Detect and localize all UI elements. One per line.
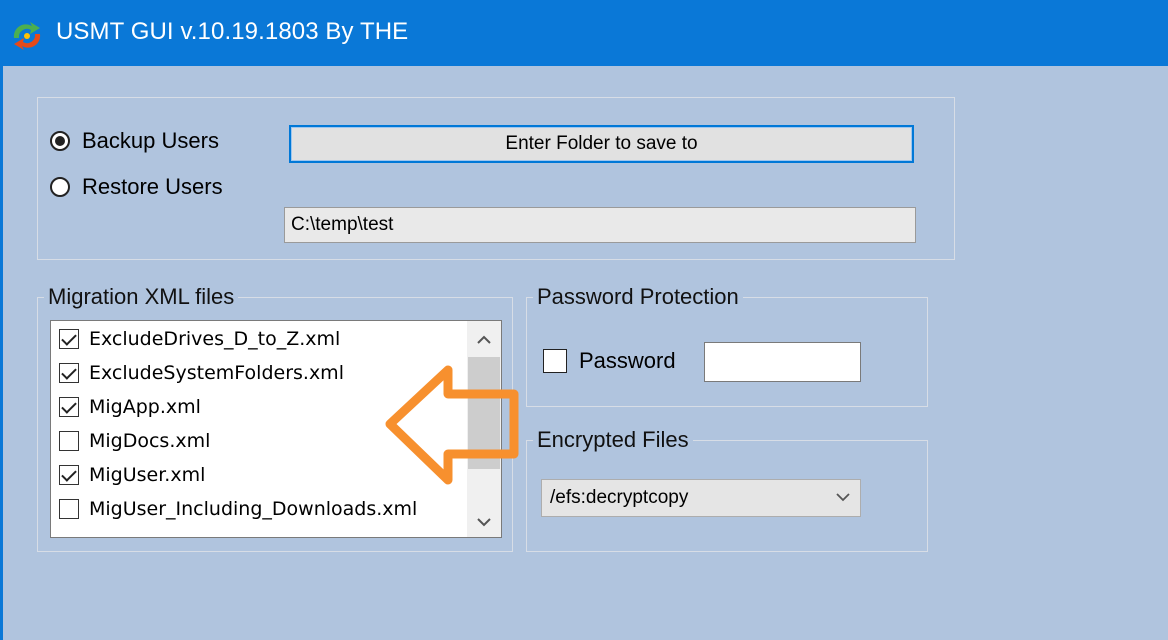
scroll-down-icon[interactable]: [467, 507, 501, 537]
list-item[interactable]: ExcludeDrives_D_to_Z.xml: [51, 322, 340, 356]
encrypted-files-legend: Encrypted Files: [533, 428, 693, 452]
file-name: MigDocs.xml: [89, 430, 211, 452]
password-checkbox[interactable]: Password: [543, 348, 676, 374]
backup-users-label: Backup Users: [82, 128, 219, 153]
refresh-arrows-icon: [13, 22, 41, 50]
file-name: MigUser.xml: [89, 464, 206, 486]
enter-folder-button[interactable]: Enter Folder to save to: [289, 125, 914, 163]
password-groupbox: Password Protection Password: [526, 285, 928, 407]
mode-groupbox: Backup Users Restore Users Enter Folder …: [37, 97, 955, 260]
backup-users-radio[interactable]: Backup Users: [50, 128, 219, 154]
list-item[interactable]: MigApp.xml: [51, 390, 201, 424]
file-name: ExcludeSystemFolders.xml: [89, 362, 344, 384]
file-checkbox[interactable]: [59, 499, 79, 519]
password-checkbox-box: [543, 349, 567, 373]
file-checkbox[interactable]: [59, 397, 79, 417]
file-name: MigApp.xml: [89, 396, 201, 418]
file-checkbox[interactable]: [59, 431, 79, 451]
file-name: ExcludeDrives_D_to_Z.xml: [89, 328, 341, 350]
window-border: [0, 66, 3, 640]
file-checkbox[interactable]: [59, 329, 79, 349]
title-bar[interactable]: USMT GUI v.10.19.1803 By THE: [0, 0, 1168, 66]
list-item[interactable]: MigDocs.xml: [51, 424, 210, 458]
encrypted-files-dropdown[interactable]: /efs:decryptcopy: [541, 479, 861, 517]
file-name: MigUser_Including_Downloads.xml: [89, 498, 418, 520]
file-checkbox[interactable]: [59, 465, 79, 485]
password-field[interactable]: [704, 342, 861, 382]
password-legend: Password Protection: [533, 285, 743, 309]
restore-users-label: Restore Users: [82, 174, 223, 199]
password-checkbox-label: Password: [579, 348, 676, 373]
window-title: USMT GUI v.10.19.1803 By THE: [56, 18, 409, 45]
restore-users-radio[interactable]: Restore Users: [50, 174, 223, 200]
list-item[interactable]: ExcludeSystemFolders.xml: [51, 356, 344, 390]
scroll-up-icon[interactable]: [467, 323, 501, 355]
radio-indicator: [50, 131, 70, 151]
chevron-down-icon: [836, 493, 850, 502]
migration-xml-legend: Migration XML files: [44, 285, 239, 309]
list-item[interactable]: MigUser.xml: [51, 458, 205, 492]
orange-arrow-annotation: [385, 365, 519, 485]
radio-indicator: [50, 177, 70, 197]
encrypted-files-groupbox: Encrypted Files /efs:decryptcopy: [526, 428, 928, 552]
encrypted-files-selected: /efs:decryptcopy: [550, 487, 689, 508]
file-checkbox[interactable]: [59, 363, 79, 383]
folder-path-field[interactable]: C:\temp\test: [284, 207, 916, 243]
list-item[interactable]: MigUser_Including_Downloads.xml: [51, 492, 417, 526]
